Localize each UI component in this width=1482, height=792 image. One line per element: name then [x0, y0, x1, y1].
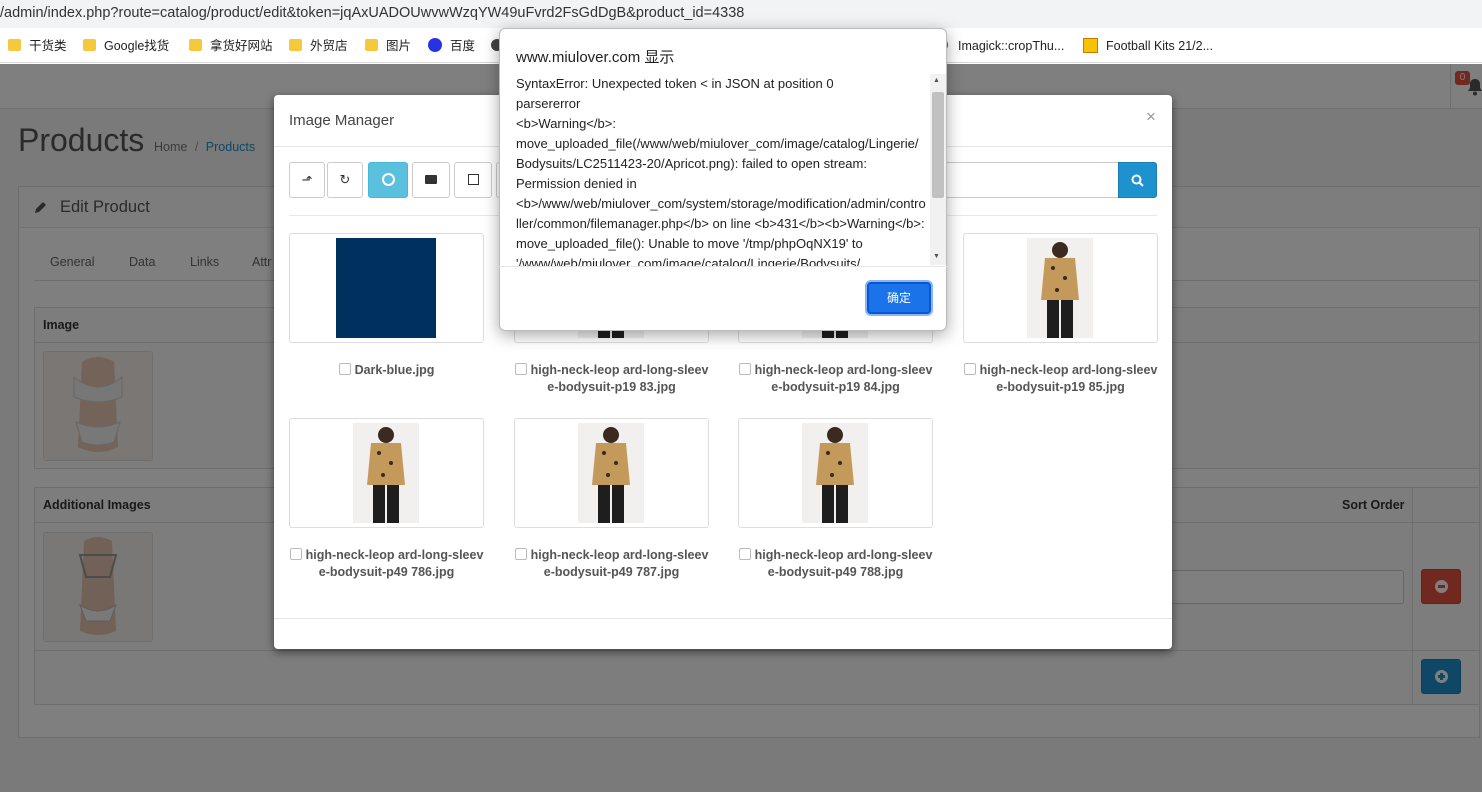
alert-ok-button[interactable]: 确定	[867, 282, 931, 314]
scroll-up-arrow-icon[interactable]: ▲	[933, 77, 940, 84]
bookmark-folder[interactable]: 外贸店	[289, 36, 348, 56]
alert-scrollbar-thumb[interactable]	[932, 92, 944, 198]
alert-divider	[499, 266, 947, 267]
file-name: high-neck-leop ard-long-sleev e-bodysuit…	[514, 362, 709, 396]
color-swatch-thumbnail	[336, 238, 436, 338]
upload-icon	[381, 173, 395, 186]
baidu-paw-icon	[428, 38, 442, 52]
modal-title: Image Manager	[289, 112, 395, 129]
bookmark-link[interactable]: Football Kits 21/2...	[1083, 36, 1213, 56]
address-bar[interactable]: /admin/index.php?route=catalog/product/e…	[0, 0, 1482, 28]
file-name: high-neck-leop ard-long-sleev e-bodysuit…	[738, 547, 933, 581]
file-card[interactable]	[289, 418, 484, 528]
file-name: high-neck-leop ard-long-sleev e-bodysuit…	[963, 362, 1158, 396]
file-checkbox[interactable]	[289, 548, 302, 560]
file-checkbox[interactable]	[514, 548, 527, 560]
file-name: high-neck-leop ard-long-sleev e-bodysuit…	[738, 362, 933, 396]
folder-icon	[365, 39, 378, 51]
alert-message: SyntaxError: Unexpected token < in JSON …	[516, 76, 926, 266]
file-checkbox[interactable]	[963, 363, 976, 375]
file-name: high-neck-leop ard-long-sleev e-bodysuit…	[514, 547, 709, 581]
level-up-icon: ⬏	[301, 172, 313, 187]
folder-icon	[83, 39, 96, 51]
file-card-dark-blue[interactable]	[289, 233, 484, 343]
folder-icon	[8, 39, 21, 51]
bookmark-label: Imagick::cropThu...	[958, 39, 1065, 53]
file-checkbox[interactable]	[738, 363, 751, 375]
folder-icon	[189, 39, 202, 51]
file-name: high-neck-leop ard-long-sleev e-bodysuit…	[289, 547, 484, 581]
bookmark-folder[interactable]: Google找货	[83, 36, 169, 56]
bookmark-label: 拿货好网站	[210, 39, 273, 53]
parent-directory-button[interactable]: ⬏	[289, 162, 325, 198]
bookmark-folder[interactable]: 图片	[365, 36, 411, 56]
folder-icon	[425, 175, 437, 184]
url-text: /admin/index.php?route=catalog/product/e…	[0, 5, 745, 21]
file-name: Dark-blue.jpg	[289, 362, 484, 379]
bookmark-label: 外贸店	[310, 39, 348, 53]
image-button[interactable]	[454, 162, 492, 198]
file-checkbox[interactable]	[738, 548, 751, 560]
search-icon	[1131, 174, 1144, 187]
file-card[interactable]	[738, 418, 933, 528]
alert-title: www.miulover.com 显示	[516, 49, 675, 66]
modal-footer-divider	[274, 618, 1172, 619]
scroll-down-arrow-icon[interactable]: ▼	[933, 253, 940, 260]
site-icon	[1083, 38, 1098, 53]
upload-button[interactable]	[368, 162, 408, 198]
new-folder-button[interactable]	[412, 162, 450, 198]
bookmark-label: 百度	[450, 39, 476, 53]
search-button[interactable]	[1118, 162, 1157, 198]
file-checkbox[interactable]	[514, 363, 527, 375]
folder-icon	[289, 39, 302, 51]
file-checkbox[interactable]	[338, 363, 351, 375]
modal-close-button[interactable]: ×	[1146, 107, 1156, 127]
leopard-bodysuit-photo-icon	[578, 423, 644, 523]
refresh-icon: ↻	[339, 172, 351, 187]
leopard-bodysuit-photo-icon	[802, 423, 868, 523]
file-card[interactable]	[963, 233, 1158, 343]
bookmark-link[interactable]: 百度	[428, 36, 475, 56]
leopard-bodysuit-photo-icon	[1027, 238, 1093, 338]
bookmark-folder[interactable]: 拿货好网站	[189, 36, 273, 56]
bookmark-label: 干货类	[29, 39, 67, 53]
bookmark-link[interactable]: Imagick::cropThu...	[940, 36, 1064, 56]
bookmark-folder[interactable]: 干货类	[8, 36, 67, 56]
bookmark-label: 图片	[386, 39, 412, 53]
search-input[interactable]	[944, 162, 1119, 198]
leopard-bodysuit-photo-icon	[353, 423, 419, 523]
image-icon	[467, 174, 479, 185]
bookmark-label: Google找货	[104, 39, 170, 53]
bookmark-label: Football Kits 21/2...	[1106, 39, 1214, 53]
refresh-button[interactable]: ↻	[327, 162, 363, 198]
file-card[interactable]	[514, 418, 709, 528]
